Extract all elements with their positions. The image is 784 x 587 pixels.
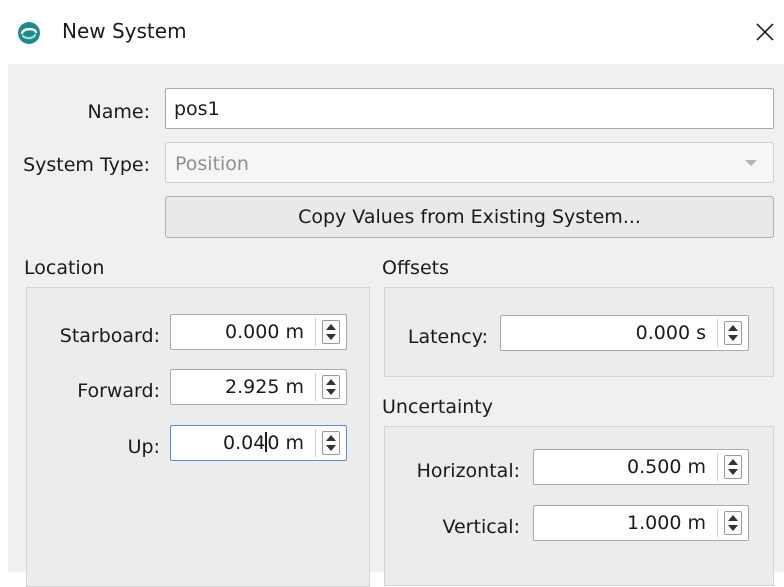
forward-label: Forward:	[77, 380, 160, 402]
close-button[interactable]	[746, 14, 784, 50]
title-bar: New System	[0, 0, 784, 64]
forward-value: 2.925 m	[225, 376, 304, 398]
spin-arrows-icon[interactable]	[322, 320, 340, 344]
close-icon	[756, 23, 774, 41]
starboard-label: Starboard:	[59, 325, 160, 347]
forward-spinbox[interactable]: 2.925 m	[170, 369, 347, 405]
latency-label: Latency:	[407, 326, 488, 348]
latency-spinbox[interactable]: 0.000 s	[500, 315, 749, 351]
vertical-spinbox[interactable]: 1.000 m	[533, 505, 749, 541]
starboard-value: 0.000 m	[225, 321, 304, 343]
app-logo-icon	[17, 21, 41, 45]
spin-arrows-icon[interactable]	[724, 321, 742, 345]
offsets-heading: Offsets	[382, 257, 449, 279]
system-type-value: Position	[175, 153, 249, 175]
latency-value: 0.000 s	[635, 322, 706, 344]
spin-arrows-icon[interactable]	[322, 375, 340, 399]
up-value: 0.04 0 m	[223, 432, 304, 454]
spin-arrows-icon[interactable]	[724, 511, 742, 535]
name-label: Name:	[87, 101, 150, 123]
horizontal-value: 0.500 m	[627, 456, 706, 478]
chevron-down-icon	[745, 160, 757, 166]
vertical-value: 1.000 m	[627, 512, 706, 534]
up-spinbox[interactable]: 0.04 0 m	[170, 425, 347, 461]
up-label: Up:	[127, 436, 160, 458]
system-type-select[interactable]: Position	[165, 142, 774, 183]
spin-arrows-icon[interactable]	[322, 431, 340, 455]
spin-arrows-icon[interactable]	[724, 455, 742, 479]
dialog-content: Name: System Type: Position Copy Values …	[8, 64, 784, 587]
horizontal-spinbox[interactable]: 0.500 m	[533, 449, 749, 485]
horizontal-label: Horizontal:	[416, 460, 520, 482]
starboard-spinbox[interactable]: 0.000 m	[170, 314, 347, 350]
uncertainty-heading: Uncertainty	[382, 396, 494, 418]
window-title: New System	[62, 19, 187, 43]
copy-values-button[interactable]: Copy Values from Existing System...	[165, 196, 774, 238]
location-heading: Location	[24, 257, 105, 279]
system-type-label: System Type:	[23, 154, 150, 176]
name-input[interactable]	[165, 88, 774, 129]
vertical-label: Vertical:	[442, 516, 520, 538]
